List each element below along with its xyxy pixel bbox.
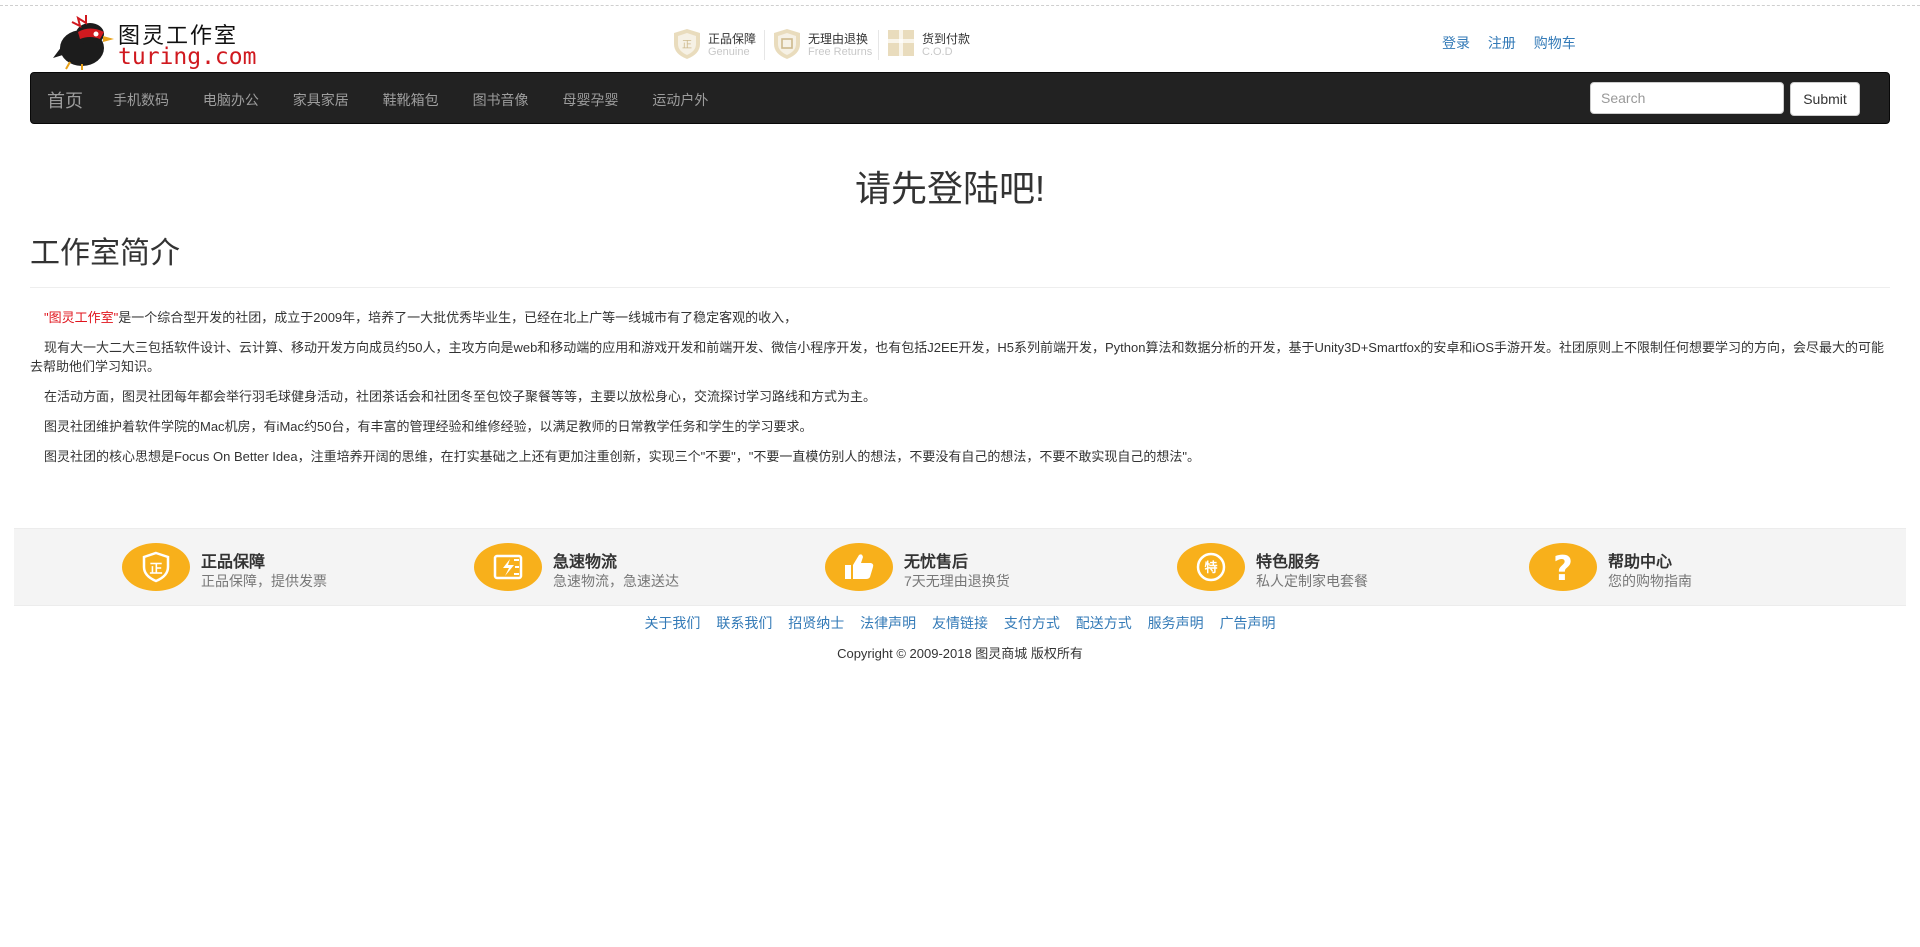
- help-question-icon: ?: [1553, 549, 1573, 589]
- feature-help-center[interactable]: ? 帮助中心 您的购物指南: [1529, 543, 1829, 593]
- feature-genuine[interactable]: 正 正品保障 正品保障，提供发票: [122, 543, 422, 593]
- guarantee-subtitle: C.O.D: [922, 46, 953, 58]
- svg-text:特: 特: [1204, 560, 1217, 576]
- footer-link-service[interactable]: 服务声明: [1148, 615, 1204, 631]
- intro-text: 是一个综合型开发的社团，成立于2009年，培养了一大批优秀毕业生，已经在北上广等…: [118, 310, 798, 325]
- guarantee-title: 正品保障: [708, 32, 757, 46]
- section-title: 工作室简介: [30, 237, 180, 270]
- section-divider: [30, 287, 1890, 288]
- guarantee-subtitle: Free Returns: [808, 46, 873, 58]
- svg-text:正: 正: [682, 40, 692, 51]
- special-service-icon: 特: [1196, 552, 1226, 582]
- footer-link-contact[interactable]: 联系我们: [716, 615, 772, 631]
- nav-item-phones[interactable]: 手机数码: [113, 90, 169, 110]
- feature-title: 急速物流: [553, 554, 618, 571]
- feature-special-service[interactable]: 特 特色服务 私人定制家电套餐: [1177, 543, 1477, 593]
- feature-icon-circle: 正: [122, 543, 190, 591]
- feature-icon-circle: ?: [1529, 543, 1597, 591]
- svg-text:正: 正: [149, 562, 162, 577]
- service-features-strip: 正 正品保障 正品保障，提供发票 急速物流 急速物流，急速送达 无忧售后 7天无…: [14, 528, 1906, 606]
- nav-item-furniture[interactable]: 家具家居: [293, 90, 349, 110]
- feature-desc: 您的购物指南: [1608, 573, 1692, 589]
- login-link[interactable]: 登录: [1442, 35, 1470, 51]
- intro-paragraph: 图灵社团的核心思想是Focus On Better Idea，注重培养开阔的思维…: [44, 449, 1201, 464]
- footer-link-ads[interactable]: 广告声明: [1220, 615, 1276, 631]
- cod-gift-icon: [888, 30, 914, 56]
- svg-text:?: ?: [1553, 549, 1573, 589]
- nav-item-sports[interactable]: 运动户外: [652, 90, 708, 110]
- footer-link-about[interactable]: 关于我们: [644, 615, 700, 631]
- cart-link[interactable]: 购物车: [1534, 35, 1576, 51]
- guarantee-title: 货到付款: [922, 32, 971, 46]
- intro-paragraph: 现有大一大二大三包括软件设计、云计算、移动开发方向成员约50人，主攻方向是web…: [30, 340, 1884, 374]
- nav-item-computers[interactable]: 电脑办公: [203, 90, 259, 110]
- feature-icon-circle: 特: [1177, 543, 1245, 591]
- guarantee-subtitle: Genuine: [708, 46, 750, 58]
- feature-fast-delivery[interactable]: 急速物流 急速物流，急速送达: [474, 543, 774, 593]
- register-link[interactable]: 注册: [1488, 35, 1516, 51]
- free-returns-shield-icon: [774, 29, 800, 59]
- intro-paragraph: "图灵工作室"是一个综合型开发的社团，成立于2009年，培养了一大批优秀毕业生，…: [30, 308, 1892, 327]
- nav-category-list: 手机数码 电脑办公 家具家居 鞋靴箱包 图书音像 母婴孕婴 运动户外: [113, 90, 738, 110]
- feature-desc: 私人定制家电套餐: [1256, 573, 1368, 589]
- copyright-text: Copyright © 2009-2018 图灵商城 版权所有: [837, 646, 1083, 661]
- fast-delivery-icon: [493, 554, 523, 580]
- logo-text-en: turing.com: [118, 44, 257, 70]
- nav-item-baby[interactable]: 母婴孕婴: [562, 90, 618, 110]
- feature-title: 特色服务: [1256, 554, 1321, 571]
- studio-intro: "图灵工作室"是一个综合型开发的社团，成立于2009年，培养了一大批优秀毕业生，…: [30, 308, 1892, 477]
- nav-brand-home[interactable]: 首页: [47, 87, 83, 113]
- footer-link-shipping[interactable]: 配送方式: [1076, 615, 1132, 631]
- feature-title: 正品保障: [201, 554, 266, 571]
- guarantee-genuine: 正 正品保障 Genuine: [672, 26, 762, 64]
- guarantee-cod: 货到付款 C.O.D: [886, 26, 976, 64]
- site-logo[interactable]: 图灵工作室 turing.com: [52, 12, 256, 72]
- feature-icon-circle: [474, 543, 542, 591]
- guarantee-free-returns: 无理由退换 Free Returns: [772, 26, 872, 64]
- genuine-badge-icon: 正: [142, 551, 170, 583]
- feature-icon-circle: [825, 543, 893, 591]
- intro-paragraph: 在活动方面，图灵社团每年都会举行羽毛球健身活动，社团茶话会和社团冬至包饺子聚餐等…: [44, 389, 877, 404]
- login-prompt-heading: 请先登陆吧!: [854, 168, 1045, 209]
- genuine-shield-icon: 正: [674, 29, 700, 59]
- guarantee-title: 无理由退换: [808, 32, 869, 46]
- feature-title: 无忧售后: [904, 554, 969, 571]
- footer-link-payment[interactable]: 支付方式: [1004, 615, 1060, 631]
- top-dashed-border: [0, 5, 1920, 6]
- thumbs-up-icon: [845, 554, 874, 579]
- footer-link-friends[interactable]: 友情链接: [932, 615, 988, 631]
- footer-link-legal[interactable]: 法律声明: [860, 615, 916, 631]
- guarantee-divider: [878, 30, 879, 60]
- feature-title: 帮助中心: [1608, 554, 1673, 571]
- feature-after-sales[interactable]: 无忧售后 7天无理由退换货: [825, 543, 1125, 593]
- intro-paragraph: 图灵社团维护着软件学院的Mac机房，有iMac约50台，有丰富的管理经验和维修经…: [44, 419, 813, 434]
- main-navbar: 首页 手机数码 电脑办公 家具家居 鞋靴箱包 图书音像 母婴孕婴 运动户外 Su…: [30, 72, 1890, 124]
- search-input[interactable]: [1590, 82, 1784, 114]
- feature-desc: 7天无理由退换货: [904, 573, 1010, 589]
- nav-item-shoes-bags[interactable]: 鞋靴箱包: [383, 90, 439, 110]
- bird-logo-icon: [53, 15, 114, 70]
- nav-item-books-media[interactable]: 图书音像: [473, 90, 529, 110]
- feature-desc: 急速物流，急速送达: [553, 573, 679, 589]
- search-submit-button[interactable]: Submit: [1790, 82, 1860, 116]
- feature-desc: 正品保障，提供发票: [201, 573, 327, 589]
- studio-name-highlight: "图灵工作室": [44, 310, 119, 325]
- guarantee-divider: [764, 30, 765, 60]
- top-user-links: 登录 注册 购物车: [1442, 33, 1590, 53]
- footer-link-careers[interactable]: 招贤纳士: [788, 615, 844, 631]
- footer-links: 关于我们 联系我们 招贤纳士 法律声明 友情链接 支付方式 配送方式 服务声明 …: [0, 613, 1920, 633]
